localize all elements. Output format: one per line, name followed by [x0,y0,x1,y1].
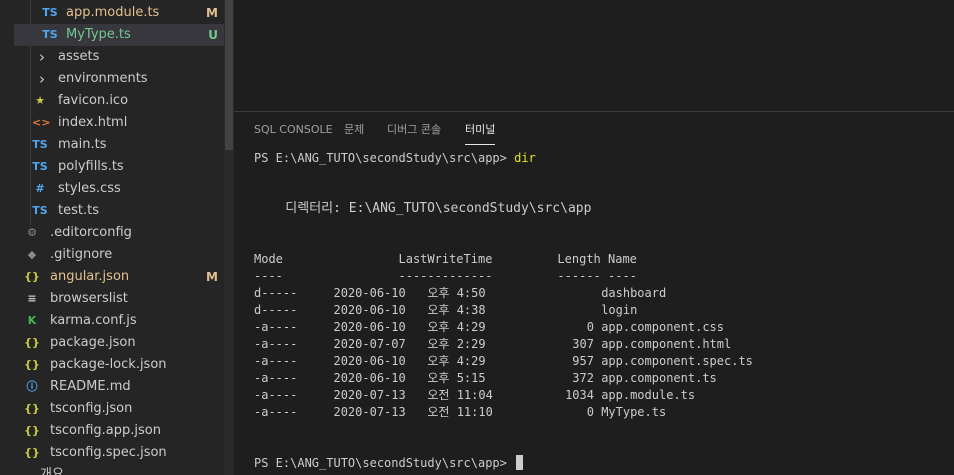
file-item[interactable]: TS test.ts [14,200,224,222]
file-item[interactable]: <> index.html [14,112,224,134]
file-name: test.ts [58,203,99,218]
terminal-command: dir [514,151,536,165]
dir-entry-row: -a---- 2020-07-13 오전 11:04 1034 app.modu… [254,388,696,402]
file-name: app.module.ts [66,5,160,20]
info-icon: ⓘ [26,380,38,393]
file-item[interactable]: ≡ browserslist [14,288,224,310]
file-name: browserslist [50,291,128,306]
typescript-icon: TS [42,6,58,19]
dir-entry-row: -a---- 2020-07-13 오전 11:10 0 MyType.ts [254,405,667,419]
file-item[interactable]: {} tsconfig.json [14,398,224,420]
scrollbar-thumb[interactable] [225,0,233,150]
file-name: package-lock.json [50,357,167,372]
bottom-panel: SQL CONSOLE 문제 디버그 콘솔 터미널 PS E:\ANG_TUTO… [234,112,954,475]
file-item[interactable]: TS main.ts [14,134,224,156]
typescript-icon: TS [32,204,48,217]
tab-problems[interactable]: 문제 [344,122,364,144]
activity-strip [0,0,14,475]
dir-entry-row: -a---- 2020-06-10 오후 4:29 957 app.compon… [254,354,753,368]
file-item[interactable]: {} package.json [14,332,224,354]
file-name: styles.css [58,181,121,196]
typescript-icon: TS [42,28,58,41]
sidebar-scrollbar[interactable] [224,0,234,475]
chevron-right-icon: › [39,48,45,66]
json-icon: {} [24,446,40,459]
gear-icon: ⚙ [27,226,37,239]
file-name: favicon.ico [58,93,129,108]
tab-sql-console[interactable]: SQL CONSOLE [254,122,333,144]
file-name: README.md [50,379,131,394]
file-name: 개요 [40,467,64,475]
dir-entry-row: -a---- 2020-06-10 오후 4:29 0 app.componen… [254,320,725,334]
dir-entry-row: -a---- 2020-07-07 오후 2:29 307 app.compon… [254,337,732,351]
git-status-badge: M [206,270,218,284]
file-name: polyfills.ts [58,159,124,174]
chevron-right-icon: › [39,70,45,88]
file-name: MyType.ts [66,27,131,42]
typescript-icon: TS [32,160,48,173]
terminal-final-prompt: PS E:\ANG_TUTO\secondStudy\src\app> [254,456,515,470]
typescript-icon: TS [32,138,48,151]
file-item[interactable]: ⓘ README.md [14,376,224,398]
json-icon: {} [24,402,40,415]
file-item[interactable]: # styles.css [14,178,224,200]
file-item[interactable]: ⚙ .editorconfig [14,222,224,244]
file-name: index.html [58,115,128,130]
dir-entry-row: -a---- 2020-06-10 오후 5:15 372 app.compon… [254,371,717,385]
file-name: karma.conf.js [50,313,137,328]
dir-entry-row: d----- 2020-06-10 오후 4:38 login [254,303,638,317]
list-icon: ≡ [27,292,37,305]
table-header: Mode LastWriteTime Length Name [254,252,637,266]
terminal-final-prompt-line[interactable]: PS E:\ANG_TUTO\secondStudy\src\app> [254,455,524,472]
file-item[interactable]: {} package-lock.json [14,354,224,376]
terminal-prompt: PS E:\ANG_TUTO\secondStudy\src\app> [254,151,515,165]
file-item[interactable]: ★ favicon.ico [14,90,224,112]
tab-debug-console[interactable]: 디버그 콘솔 [387,122,441,144]
karma-icon: K [27,314,37,327]
file-item[interactable]: ◆ .gitignore [14,244,224,266]
explorer-sidebar: TS app.module.ts M TS MyType.ts U › assets › envi… [0,0,234,475]
json-icon: {} [24,336,40,349]
file-name: assets [58,49,100,64]
directory-line: 디렉터리: E:\ANG_TUTO\secondStudy\src\app [254,201,592,216]
terminal-prompt-line: PS E:\ANG_TUTO\secondStudy\src\app> dir [254,150,536,167]
file-item[interactable]: Kkarma.conf.js [14,310,224,332]
file-name: .gitignore [50,247,113,262]
file-item[interactable]: › environments [14,68,224,90]
file-item[interactable]: {} tsconfig.app.json [14,420,224,442]
file-item[interactable]: TS MyType.ts U [14,24,224,46]
star-icon: ★ [35,94,45,107]
file-item[interactable]: 개요 [14,464,224,475]
editor-area [234,0,954,111]
git-status-badge: M [206,6,218,20]
css-icon: # [35,182,45,195]
git-status-badge: U [208,28,218,42]
file-item[interactable]: TS app.module.ts M [14,2,224,24]
file-name: tsconfig.json [50,401,133,416]
dir-entry-row: d----- 2020-06-10 오후 4:50 dashboard [254,286,667,300]
json-icon: {} [24,358,40,371]
file-name: tsconfig.spec.json [50,445,167,460]
file-item[interactable]: › assets [14,46,224,68]
html-icon: <> [32,116,51,129]
file-name: main.ts [58,137,107,152]
file-name: environments [58,71,148,86]
file-item[interactable]: {} tsconfig.spec.json [14,442,224,464]
git-icon: ◆ [27,248,37,261]
file-item[interactable]: TS polyfills.ts [14,156,224,178]
file-item[interactable]: {} angular.json M [14,266,224,288]
tab-terminal[interactable]: 터미널 [465,122,496,145]
file-name: package.json [50,335,136,350]
terminal-cursor [516,455,524,470]
file-name: .editorconfig [50,225,132,240]
table-separator: ---- ------------- ------ ---- [254,269,637,283]
json-icon: {} [24,424,40,437]
file-name: tsconfig.app.json [50,423,161,438]
file-name: angular.json [50,269,130,284]
json-icon: {} [24,270,40,283]
